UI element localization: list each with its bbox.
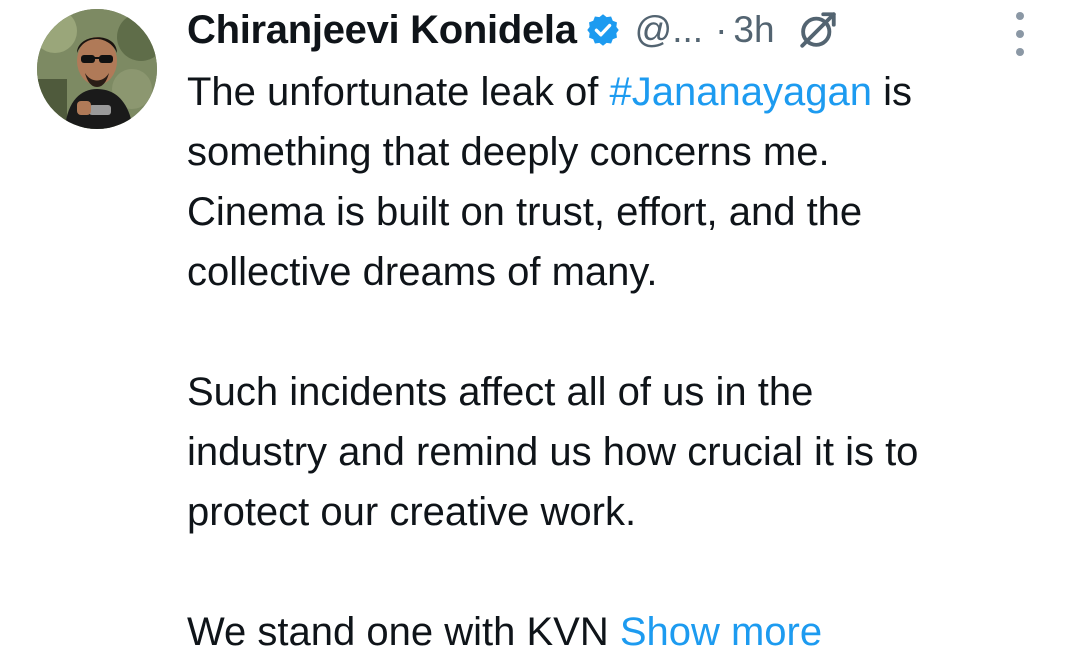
more-dot	[1016, 48, 1024, 56]
more-dot	[1016, 12, 1024, 20]
tweet-header: Chiranjeevi Konidela @... · 3h	[187, 2, 839, 58]
more-dot	[1016, 30, 1024, 38]
tweet-text: The unfortunate leak of #Jananayagan is …	[187, 62, 1067, 662]
grok-icon[interactable]	[797, 9, 839, 51]
display-name[interactable]: Chiranjeevi Konidela	[187, 8, 577, 53]
show-more-link[interactable]: Show more	[620, 610, 822, 654]
tweet-line: industry and remind us how crucial it is…	[187, 430, 919, 474]
tweet-line: Such incidents affect all of us in the	[187, 370, 814, 414]
tweet-line: We stand one with KVN Show more	[187, 602, 1067, 662]
avatar-image	[37, 9, 157, 129]
verified-badge-icon	[586, 14, 619, 46]
avatar[interactable]	[37, 9, 157, 129]
handle[interactable]: @...	[635, 9, 703, 51]
timestamp[interactable]: 3h	[733, 9, 774, 51]
tweet-line: Cinema is built on trust, effort, and th…	[187, 190, 863, 234]
tweet-line: The unfortunate leak of #Jananayagan is	[187, 62, 1067, 122]
tweet-text-segment: is	[871, 70, 912, 114]
hashtag-link[interactable]: #Jananayagan	[610, 70, 872, 114]
more-options-icon[interactable]	[1010, 12, 1030, 56]
tweet-card[interactable]: Chiranjeevi Konidela @... · 3h The unfor…	[0, 0, 1080, 660]
tweet-line: collective dreams of many.	[187, 250, 658, 294]
tweet-line: something that deeply concerns me.	[187, 130, 830, 174]
tweet-text-segment: The unfortunate leak of	[187, 70, 610, 114]
separator-dot: ·	[715, 9, 728, 50]
tweet-text-segment: We stand one with KVN	[187, 610, 620, 654]
tweet-line: protect our creative work.	[187, 490, 637, 534]
